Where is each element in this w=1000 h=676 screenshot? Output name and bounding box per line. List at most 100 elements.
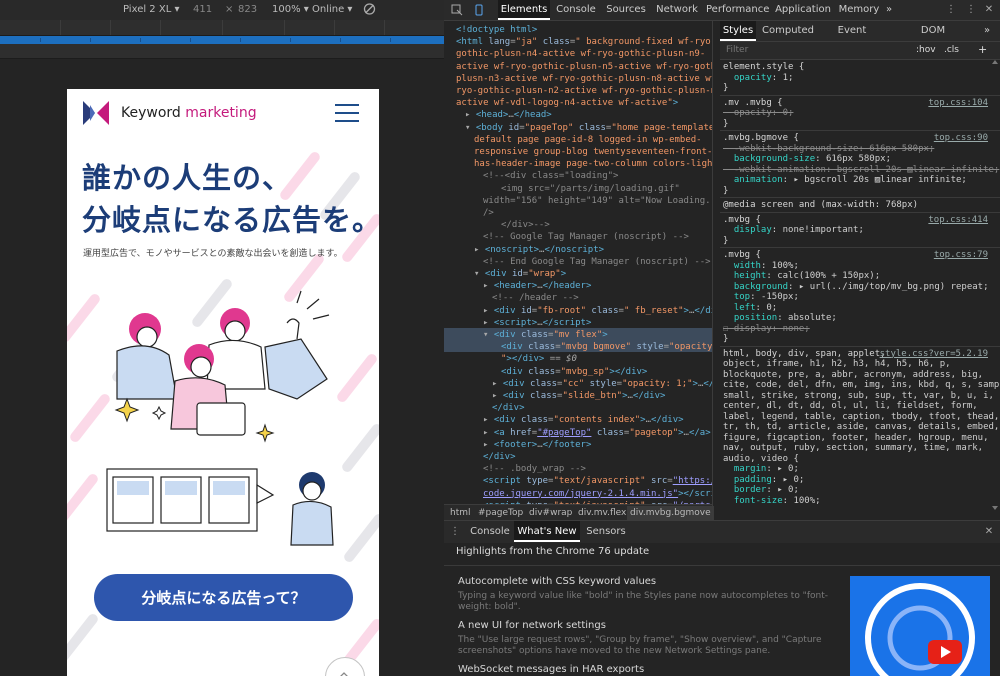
- dom-node-line[interactable]: <html lang="ja" class=" background-fixed…: [456, 36, 712, 48]
- styles-scrollbar[interactable]: [992, 60, 998, 510]
- dom-node-line[interactable]: active wf-vdl-logog-n4-active wf-active"…: [456, 97, 678, 109]
- dom-node-line[interactable]: ▸ <div class="slide_btn">…</div>: [492, 390, 665, 402]
- feature-title[interactable]: A new UI for network settings: [458, 620, 606, 631]
- tab-styles[interactable]: Styles: [720, 21, 756, 41]
- css-property[interactable]: margin: ▸ 0;: [723, 464, 799, 475]
- new-rule-button[interactable]: +: [978, 43, 987, 56]
- dom-node-line[interactable]: </div>: [483, 451, 516, 463]
- css-property[interactable]: ☐ display: none;: [723, 324, 810, 335]
- css-property[interactable]: display: none!important;: [723, 225, 864, 236]
- dom-node-line[interactable]: ▸ <footer>…</footer>: [483, 439, 591, 451]
- pane-divider[interactable]: [712, 21, 713, 520]
- dom-node-line[interactable]: ▾ <body id="pageTop" class="home page-te…: [465, 122, 712, 134]
- feature-title[interactable]: WebSocket messages in HAR exports: [458, 664, 644, 675]
- class-toggle[interactable]: .cls: [944, 45, 959, 55]
- inspect-icon[interactable]: [448, 0, 466, 20]
- hover-state-toggle[interactable]: :hov: [916, 45, 936, 55]
- css-property[interactable]: background-size: 616px 580px;: [723, 154, 891, 165]
- more-tabs-button[interactable]: »: [882, 0, 896, 20]
- styles-filter-input[interactable]: Filter: [726, 45, 748, 55]
- video-thumbnail[interactable]: [850, 576, 990, 676]
- css-property[interactable]: border: ▸ 0;: [723, 485, 799, 496]
- dom-node-line[interactable]: ▸ <div id="fb-root" class=" fb_reset">…<…: [483, 305, 712, 317]
- tab-dom-breakpoints[interactable]: DOM Breakpoints: [892, 21, 974, 56]
- dom-node-line[interactable]: ▸ <div class="cc" style="opacity: 1;">…<…: [492, 378, 712, 390]
- css-selector[interactable]: .mvbg {: [723, 215, 761, 226]
- crumb-wrap[interactable]: div#wrap: [529, 508, 572, 518]
- dom-node-line[interactable]: ▸ <noscript>…</noscript>: [474, 244, 604, 256]
- brand-name[interactable]: Keyword marketing: [121, 105, 257, 121]
- dom-node-line[interactable]: ▸ <header>…</header>: [483, 280, 591, 292]
- dom-node-line[interactable]: ▸ <head>…</head>: [465, 109, 552, 121]
- css-property[interactable]: width: 100%;: [723, 261, 799, 272]
- dom-node-line[interactable]: <!-- End Google Tag Manager (noscript) -…: [483, 256, 711, 268]
- tab-network[interactable]: Network: [654, 0, 700, 20]
- css-selector[interactable]: @media screen and (max-width: 768px): [723, 200, 918, 211]
- tab-computed[interactable]: Computed: [762, 21, 814, 41]
- css-property[interactable]: padding: ▸ 0;: [723, 475, 804, 486]
- crumb-body[interactable]: #pageTop: [478, 508, 523, 518]
- dom-node-line[interactable]: "></div> == $0: [501, 353, 577, 365]
- close-icon[interactable]: ✕: [982, 0, 996, 20]
- dom-node-line[interactable]: has-header-image page-two-column colors-…: [474, 158, 712, 170]
- page-top-button[interactable]: [325, 657, 365, 676]
- rotate-icon[interactable]: [363, 2, 376, 19]
- css-property[interactable]: position: absolute;: [723, 313, 837, 324]
- drawer-tab-console[interactable]: Console: [468, 522, 512, 542]
- css-property[interactable]: label, legend, table, caption, tbody, tf…: [723, 412, 999, 423]
- dom-node-line[interactable]: <!-- /header -->: [492, 292, 579, 304]
- device-toggle-icon[interactable]: [470, 0, 488, 20]
- css-source-link[interactable]: style.css?ver=5.2.19: [880, 349, 988, 359]
- css-property[interactable]: center, dl, dt, dd, ol, ul, li, fieldset…: [723, 401, 978, 412]
- css-property[interactable]: left: 0;: [723, 303, 777, 314]
- tab-console[interactable]: Console: [554, 0, 598, 20]
- dom-node-line[interactable]: ▾ <div class="mv flex">: [483, 329, 608, 341]
- css-selector[interactable]: .mv .mvbg {: [723, 98, 783, 109]
- tab-event-listeners[interactable]: Event Listeners: [818, 21, 886, 56]
- crumb-mv[interactable]: div.mv.flex: [578, 508, 626, 518]
- css-property[interactable]: small, strike, strong, sub, sup, tt, var…: [723, 391, 994, 402]
- drawer-tab-whats-new[interactable]: What's New: [514, 521, 580, 542]
- elements-tree[interactable]: <!doctype html> <html lang="ja" class=" b…: [444, 21, 712, 504]
- drawer-tab-sensors[interactable]: Sensors: [586, 522, 626, 542]
- dom-node-line[interactable]: ▾ <div id="wrap">: [474, 268, 566, 280]
- dom-node-line[interactable]: <div class="mvbg_sp"></div>: [501, 366, 647, 378]
- dom-node-line[interactable]: width="156" height="149" alt="Now Loadin…: [483, 195, 712, 207]
- device-select[interactable]: Pixel 2 XL ▾: [123, 4, 179, 15]
- css-property[interactable]: -webkit-background-size: 616px 580px;: [723, 144, 935, 155]
- css-selector[interactable]: .mvbg.bgmove {: [723, 133, 799, 144]
- more-panes-button[interactable]: »: [980, 21, 994, 41]
- css-property[interactable]: font-size: 100%;: [723, 496, 821, 507]
- dom-node-line[interactable]: plusn-n3-active wf-ryo-gothic-plusn-n8-a…: [456, 73, 712, 85]
- styles-pane[interactable]: element.style { opacity: 1;} .mv .mvbg {t…: [720, 60, 1000, 520]
- css-property[interactable]: tr, th, td, article, aside, canvas, deta…: [723, 422, 999, 433]
- feature-title[interactable]: Autocomplete with CSS keyword values: [458, 576, 656, 587]
- dom-node-line[interactable]: <div class="mvbg bgmove" style="opacity:…: [501, 341, 712, 353]
- brand-logo[interactable]: [83, 101, 109, 125]
- css-source-link[interactable]: top.css:79: [934, 250, 988, 260]
- zoom-select[interactable]: 100% ▾: [272, 4, 309, 15]
- tab-application[interactable]: Application: [774, 0, 832, 20]
- media-query-bar[interactable]: [0, 36, 444, 44]
- css-source-link[interactable]: top.css:104: [928, 98, 988, 108]
- crumb-mvbg[interactable]: div.mvbg.bgmove: [627, 506, 714, 520]
- dom-node-line[interactable]: <!--<div class="loading">: [483, 170, 618, 182]
- dom-node-line[interactable]: code.jquery.com/jquery-2.1.4.min.js"></s…: [483, 488, 712, 500]
- drawer-close-icon[interactable]: ✕: [982, 522, 996, 542]
- css-property[interactable]: object, iframe, h1, h2, h3, h4, h5, h6, …: [723, 359, 951, 370]
- dom-node-line[interactable]: <!-- Google Tag Manager (noscript) -->: [483, 231, 689, 243]
- css-property[interactable]: opacity: 1;: [723, 73, 794, 84]
- dom-node-line[interactable]: ▸ <div class="contents index">…</div>: [483, 414, 684, 426]
- tab-memory[interactable]: Memory: [838, 0, 880, 20]
- css-property[interactable]: -webkit-animation: bgscroll 20s ▨linear …: [723, 165, 1000, 176]
- css-selector[interactable]: element.style {: [723, 62, 804, 73]
- css-property[interactable]: audio, video {: [723, 454, 799, 465]
- dom-node-line[interactable]: default page page-id-8 logged-in wp-embe…: [474, 134, 702, 146]
- dom-node-line[interactable]: active wf-ryo-gothic-plusn-n5-active wf-…: [456, 61, 712, 73]
- dom-node-line[interactable]: </div>-->: [501, 219, 550, 231]
- css-property[interactable]: animation: ▸ bgscroll 20s ▨linear infini…: [723, 175, 967, 186]
- tab-performance[interactable]: Performance: [706, 0, 769, 20]
- dom-node-line[interactable]: ▸ <a href="#pageTop" class="pagetop">…</…: [483, 427, 711, 439]
- css-selector[interactable]: .mvbg {: [723, 250, 761, 261]
- css-property[interactable]: top: -150px;: [723, 292, 799, 303]
